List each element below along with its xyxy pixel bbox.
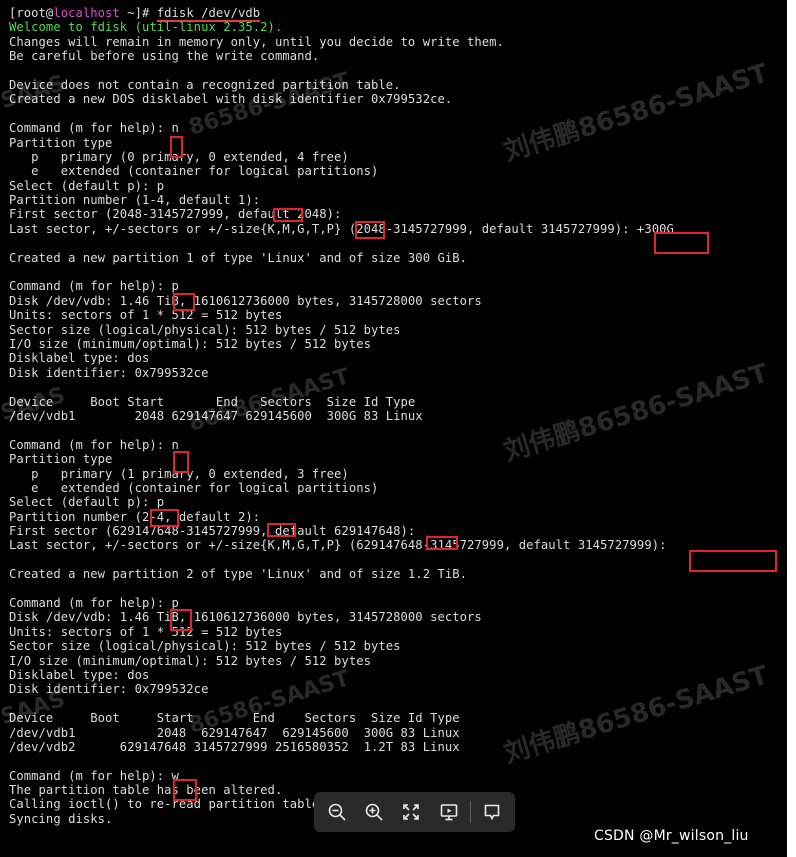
terminal-line: I/O size (minimum/optimal): 512 bytes / … [9,336,371,351]
terminal-line: Units: sectors of 1 * 512 = 512 bytes [9,308,283,323]
terminal-line: Command (m for help): w [9,768,179,783]
page-margin [787,0,796,857]
terminal-line: Created a new DOS disklabel with disk id… [9,92,453,107]
terminal-line: Last sector, +/-sectors or +/-size{K,M,G… [9,221,674,236]
terminal-line: Device Boot Start End Sectors Size Id Ty… [9,711,460,726]
terminal-line: Device does not contain a recognized par… [9,77,401,92]
terminal-line: p primary (1 primary, 0 extended, 3 free… [9,466,349,481]
zoom-in-icon [365,803,383,821]
highlight-box [689,550,777,572]
terminal-line: Select (default p): p [9,495,165,510]
terminal-line: Select (default p): p [9,178,165,193]
terminal-line: Changes will remain in memory only, unti… [9,34,504,49]
terminal-window[interactable]: [root@localhost ~]# fdisk /dev/vdb Welcom… [0,0,787,857]
terminal-line: Partition type [9,135,113,150]
author-credit: CSDN @Mr_wilson_liu [594,828,749,844]
terminal-line: p primary (0 primary, 0 extended, 4 free… [9,149,349,164]
zoom-out-button[interactable] [321,796,353,828]
terminal-line: Disklabel type: dos [9,351,150,366]
comment-icon [484,804,500,821]
terminal-line: Command (m for help): n [9,121,179,136]
prompt-host: localhost [53,6,120,20]
terminal-line: /dev/vdb1 2048 629147647 629145600 300G … [9,408,423,423]
presentation-icon [440,804,457,821]
terminal-line: Command (m for help): p [9,279,179,294]
zoom-in-button[interactable] [358,796,390,828]
terminal-line: Welcome to fdisk (util-linux 2.35.2). [9,20,283,35]
toolbar-divider [469,801,471,823]
terminal-line: First sector (629147648-3145727999, defa… [9,524,416,539]
terminal-line: Units: sectors of 1 * 512 = 512 bytes [9,624,283,639]
prompt-line: [root@localhost ~]# fdisk /dev/vdb [9,6,674,20]
fullscreen-icon [403,804,420,820]
terminal-line: Partition number (1-4, default 1): [9,193,261,208]
terminal-line: Sector size (logical/physical): 512 byte… [9,639,401,654]
image-viewer-toolbar [314,792,515,832]
terminal-line: Disk identifier: 0x799532ce [9,365,209,380]
prompt-prefix: [root@ [9,6,54,20]
terminal-line: Disk /dev/vdb: 1.46 TiB, 1610612736000 b… [9,293,482,308]
terminal-line: Device Boot Start End Sectors Size Id Ty… [9,394,416,409]
terminal-line: Sector size (logical/physical): 512 byte… [9,322,401,337]
terminal-line: Disk identifier: 0x799532ce [9,682,209,697]
terminal-line: /dev/vdb2 629147648 3145727999 251658035… [9,739,460,754]
terminal-line: Command (m for help): p [9,596,179,611]
terminal-output: [root@localhost ~]# fdisk /dev/vdb Welcom… [9,6,674,826]
terminal-line: Created a new partition 1 of type 'Linux… [9,250,468,265]
terminal-line: e extended (container for logical partit… [9,480,379,495]
terminal-line: Be careful before using the write comman… [9,49,320,64]
prompt-suffix: ~]# [119,6,157,20]
comment-button[interactable] [476,796,508,828]
terminal-line: Created a new partition 2 of type 'Linux… [9,567,468,582]
zoom-out-icon [328,803,346,821]
terminal-line: Disklabel type: dos [9,667,150,682]
terminal-line: Partition number (2-4, default 2): [9,509,261,524]
terminal-line: /dev/vdb1 2048 629147647 629145600 300G … [9,725,460,740]
presentation-button[interactable] [433,796,465,828]
fullscreen-button[interactable] [395,796,427,828]
terminal-line: e extended (container for logical partit… [9,164,379,179]
terminal-line: Disk /dev/vdb: 1.46 TiB, 1610612736000 b… [9,610,482,625]
terminal-line: I/O size (minimum/optimal): 512 bytes / … [9,653,371,668]
terminal-line: First sector (2048-3145727999, default 2… [9,207,342,222]
prompt-command: fdisk /dev/vdb [156,6,261,20]
terminal-line: Partition type [9,452,113,467]
terminal-line: Last sector, +/-sectors or +/-size{K,M,G… [9,538,667,553]
terminal-line: Command (m for help): n [9,437,179,452]
